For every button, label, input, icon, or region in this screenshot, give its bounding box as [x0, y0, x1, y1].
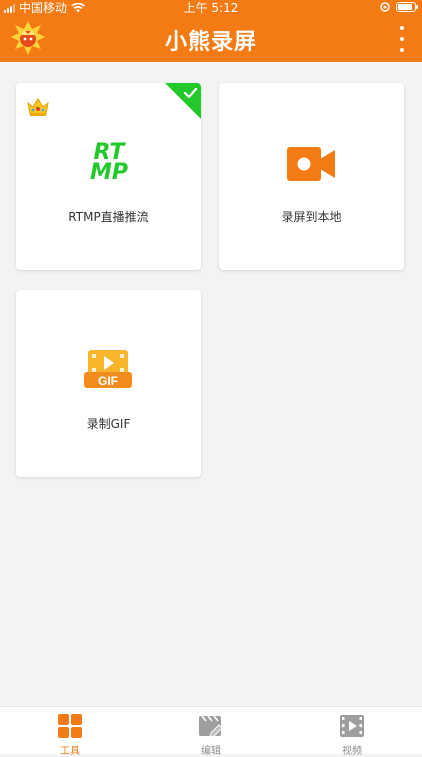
- tab-tools-label: 工具: [60, 746, 80, 757]
- rtmp-stream-card[interactable]: RT MP RTMP直播推流: [16, 83, 201, 270]
- page-title: 小熊录屏: [164, 30, 257, 55]
- record-local-card[interactable]: 录屏到本地: [219, 83, 404, 270]
- status-time: 上午 5:12: [183, 1, 239, 15]
- edit-icon: [199, 715, 223, 738]
- video-camera-icon: [287, 147, 335, 181]
- rtmp-icon: RT MP: [89, 140, 129, 185]
- top-bar: 中国移动 上午 5:12 小熊录屏: [0, 0, 422, 62]
- tab-videos-label: 视频: [342, 746, 362, 757]
- rtmp-card-label: RTMP直播推流: [68, 210, 149, 224]
- more-menu-icon[interactable]: [396, 26, 408, 52]
- orientation-lock-icon: [380, 2, 390, 12]
- selected-check-icon: [165, 83, 201, 119]
- battery-icon: [396, 2, 418, 12]
- tab-edit[interactable]: 编辑: [141, 707, 281, 757]
- tab-tools[interactable]: 工具: [0, 707, 140, 757]
- tab-edit-label: 编辑: [201, 746, 221, 757]
- status-bar: 中国移动 上午 5:12: [0, 0, 422, 16]
- tab-videos[interactable]: 视频: [282, 707, 422, 757]
- gif-film-icon: GIF: [84, 350, 132, 388]
- crown-icon: [27, 98, 49, 116]
- record-gif-label: 录制GIF: [86, 417, 131, 431]
- video-library-icon: [340, 715, 364, 737]
- bottom-tab-bar: 工具 编辑 视频: [0, 706, 422, 757]
- record-gif-card[interactable]: GIF 录制GIF: [16, 290, 201, 477]
- record-local-label: 录屏到本地: [281, 210, 342, 224]
- grid-icon: [58, 714, 82, 738]
- app-header: 小熊录屏: [0, 16, 422, 62]
- svg-text:GIF: GIF: [98, 374, 118, 388]
